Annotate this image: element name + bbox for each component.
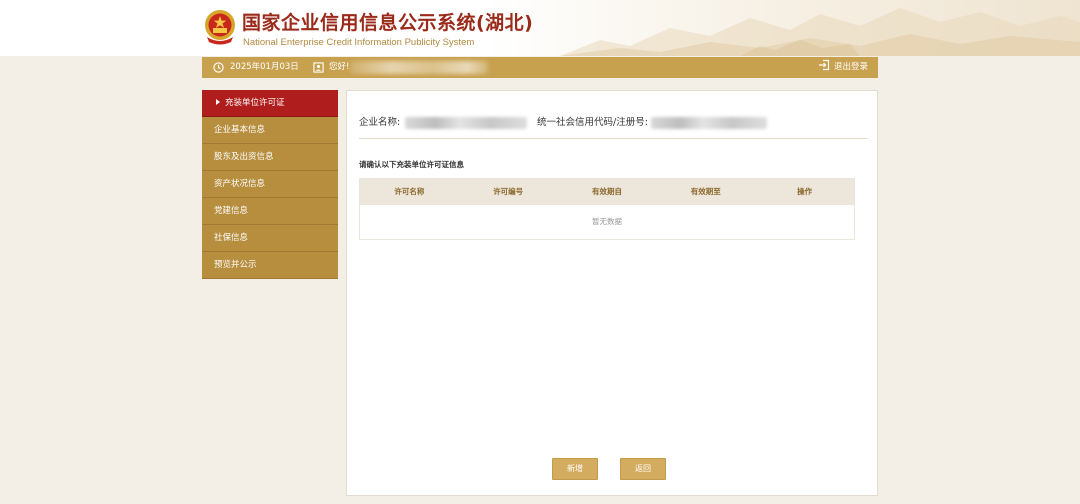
sidebar-item-label: 充装单位许可证 xyxy=(225,98,285,108)
clock-icon xyxy=(213,62,224,73)
site-subtitle: National Enterprise Credit Information P… xyxy=(243,37,475,48)
sidebar-item-basic-info[interactable]: 企业基本信息 xyxy=(202,117,338,144)
redacted-user-name xyxy=(350,61,488,74)
redacted-company-name xyxy=(405,117,527,129)
column-header: 操作 xyxy=(797,187,813,196)
sidebar-item-label: 党建信息 xyxy=(214,206,249,216)
main-panel: 企业名称: 统一社会信用代码/注册号: 请确认以下充装单位许可证信息 许可名称 … xyxy=(346,90,878,496)
sidebar-item-label: 股东及出资信息 xyxy=(214,152,274,162)
license-table: 许可名称 许可编号 有效期自 有效期至 操作 暂无数据 xyxy=(359,178,855,240)
sidebar-item-shareholders[interactable]: 股东及出资信息 xyxy=(202,144,338,171)
site-title: 国家企业信用信息公示系统(湖北) xyxy=(242,12,534,34)
sidebar-item-preview-publish[interactable]: 预览并公示 xyxy=(202,252,338,279)
section-title: 请确认以下充装单位许可证信息 xyxy=(359,160,464,169)
table-header-row: 许可名称 许可编号 有效期自 有效期至 操作 xyxy=(360,179,854,205)
user-greeting: 您好! xyxy=(329,62,350,72)
national-emblem-icon xyxy=(205,10,235,45)
sidebar-item-assets[interactable]: 资产状况信息 xyxy=(202,171,338,198)
logout-icon xyxy=(818,59,830,71)
logout-button[interactable]: 退出登录 xyxy=(818,57,868,78)
caret-right-icon xyxy=(216,99,220,105)
table-empty-message: 暂无数据 xyxy=(360,205,854,239)
sidebar-nav: 充装单位许可证 企业基本信息 股东及出资信息 资产状况信息 党建信息 社保信息 … xyxy=(202,90,338,279)
sidebar-item-filling-license[interactable]: 充装单位许可证 xyxy=(202,90,338,117)
mountain-background-decoration xyxy=(560,8,1080,56)
current-date: 2025年01月03日 xyxy=(230,62,299,72)
sidebar-item-label: 资产状况信息 xyxy=(214,179,266,189)
credit-code-label: 统一社会信用代码/注册号: xyxy=(537,117,648,128)
add-button[interactable]: 新增 xyxy=(552,458,598,480)
site-header: 国家企业信用信息公示系统(湖北) National Enterprise Cre… xyxy=(0,0,1080,56)
user-card-icon xyxy=(313,62,324,73)
company-name-label: 企业名称: xyxy=(359,117,401,128)
sidebar-item-party-building[interactable]: 党建信息 xyxy=(202,198,338,225)
sidebar-item-label: 预览并公示 xyxy=(214,260,257,270)
column-header: 许可编号 xyxy=(493,187,524,196)
back-button[interactable]: 返回 xyxy=(620,458,666,480)
column-header: 有效期至 xyxy=(690,187,721,196)
logout-label: 退出登录 xyxy=(833,62,868,72)
sidebar-item-label: 企业基本信息 xyxy=(214,125,266,135)
sidebar-item-social-security[interactable]: 社保信息 xyxy=(202,225,338,252)
divider-line xyxy=(359,138,867,139)
top-info-bar: 2025年01月03日 您好! 退出登录 xyxy=(202,57,878,78)
company-info-row: 企业名称: 统一社会信用代码/注册号: xyxy=(359,113,867,133)
column-header: 有效期自 xyxy=(591,187,622,196)
redacted-credit-code xyxy=(651,117,767,129)
column-header: 许可名称 xyxy=(394,187,425,196)
sidebar-item-label: 社保信息 xyxy=(214,233,249,243)
